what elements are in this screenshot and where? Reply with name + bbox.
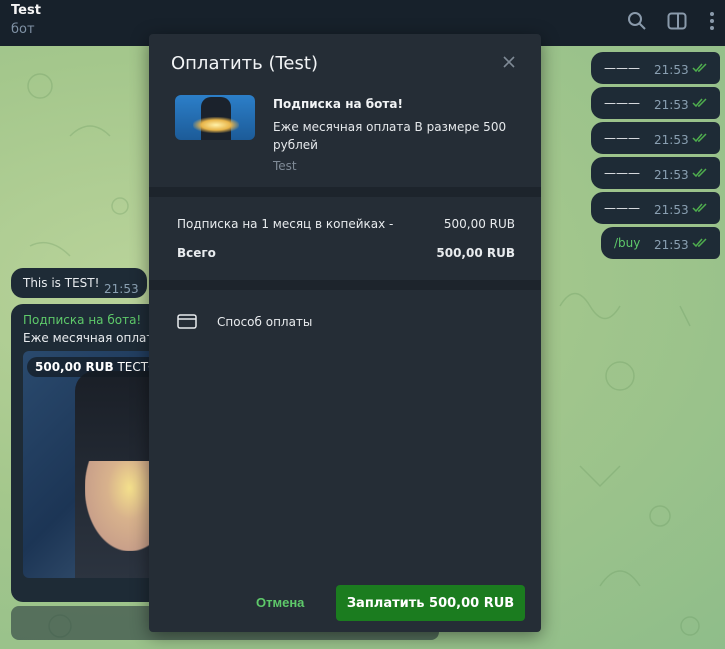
thumb-glow [193,117,239,133]
product-title: Подписка на бота! [273,97,403,111]
message-time: 21:53 [654,168,689,182]
message-time: 21:53 [654,98,689,112]
double-check-icon [692,203,707,213]
double-check-icon [692,168,707,178]
incoming-message[interactable]: This is TEST! 21:53 [11,268,147,298]
chat-title[interactable]: Test [11,3,41,18]
invoice-description: Еже месячная оплат [23,331,154,345]
pay-button[interactable]: Заплатить 500,00 RUB [336,585,525,621]
sidebar-toggle-icon[interactable] [666,10,688,32]
message-text: This is TEST! [23,276,100,290]
product-thumbnail [175,95,255,140]
line-item-label: Подписка на 1 месяц в копейках - [177,217,394,231]
message-text: ——— [604,201,640,215]
hand-glow [85,461,149,551]
bot-name: Test [273,159,297,173]
price-badge-amount: 500,00 RUB [35,360,114,374]
line-item-value: 500,00 RUB [443,217,515,231]
message-text: ——— [604,61,640,75]
outgoing-message[interactable]: ——— 21:53 [591,192,720,224]
message-time: 21:53 [654,203,689,217]
more-icon[interactable] [701,10,723,32]
double-check-icon [692,98,707,108]
bot-command-link[interactable]: /buy [614,236,640,250]
chat-subtitle: бот [11,22,35,37]
outgoing-message[interactable]: ——— 21:53 [591,122,720,154]
double-check-icon [692,238,707,248]
payment-method-option[interactable]: Способ оплаты [217,315,312,329]
outgoing-message[interactable]: ——— 21:53 [591,157,720,189]
section-divider [149,187,541,197]
dialog-title: Оплатить (Test) [171,53,318,74]
message-time: 21:53 [104,282,139,296]
cancel-button[interactable]: Отмена [256,595,304,610]
price-badge: 500,00 RUB ТЕСТОВ [27,357,161,377]
message-text: ——— [604,96,640,110]
invoice-title: Подписка на бота! [23,313,142,327]
line-item-row: Подписка на 1 месяц в копейках - 500,00 … [177,217,515,231]
message-time: 21:53 [654,63,689,77]
invoice-message[interactable]: Подписка на бота! Еже месячная оплат 500… [11,304,161,602]
message-time: 21:53 [654,133,689,147]
double-check-icon [692,133,707,143]
section-divider [149,280,541,290]
total-value: 500,00 RUB [436,246,515,260]
product-description: Еже месячная оплата В размере 500 рублей [273,120,507,152]
close-icon[interactable] [501,54,517,70]
outgoing-message[interactable]: /buy 21:53 [601,227,720,259]
message-text: ——— [604,166,640,180]
outgoing-message[interactable]: ——— 21:53 [591,87,720,119]
total-label: Всего [177,246,216,260]
message-time: 21:53 [654,238,689,252]
double-check-icon [692,63,707,73]
search-icon[interactable] [626,10,648,32]
total-row: Всего 500,00 RUB [177,246,515,260]
payment-dialog: Оплатить (Test) Подписка на бота! Еже ме… [149,34,541,632]
message-text: ——— [604,131,640,145]
credit-card-icon[interactable] [177,314,197,329]
outgoing-message[interactable]: ——— 21:53 [591,52,720,84]
invoice-photo[interactable]: 500,00 RUB ТЕСТОВ [23,351,161,578]
